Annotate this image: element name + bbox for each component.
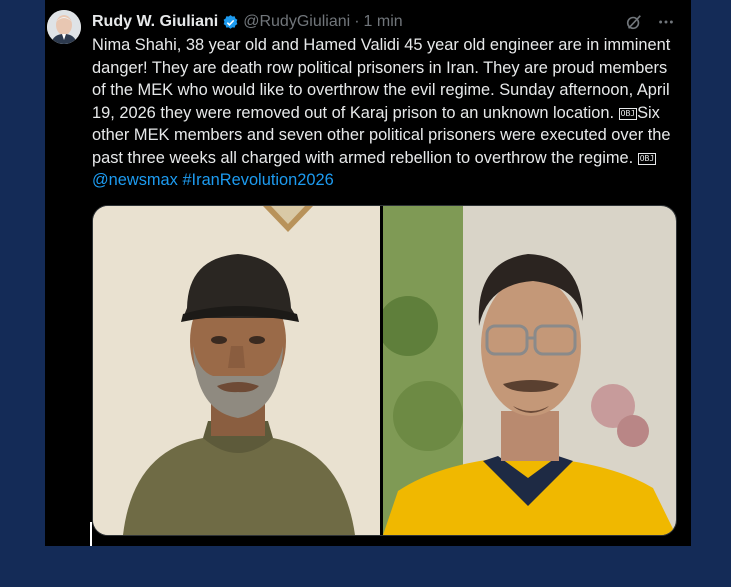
object-replacement-glyph: OBJ: [618, 107, 638, 120]
mention-link[interactable]: @newsmax: [92, 171, 178, 189]
hashtag-link[interactable]: #IranRevolution2026: [182, 171, 333, 189]
grok-icon[interactable]: [625, 13, 643, 31]
edge-marker: [90, 522, 92, 546]
author-avatar[interactable]: [47, 10, 81, 44]
more-icon[interactable]: [657, 13, 675, 31]
timestamp[interactable]: 1 min: [364, 13, 403, 31]
object-replacement-glyph: OBJ: [637, 152, 657, 165]
separator-dot: ·: [354, 13, 360, 30]
verified-badge-icon: [222, 14, 239, 31]
tweet-text-part1: Nima Shahi, 38 year old and Hamed Validi…: [92, 36, 671, 122]
media-grid: [92, 205, 677, 536]
tweet-header: Rudy W. Giuliani @RudyGiuliani · 1 min: [92, 10, 675, 34]
header-actions: [625, 13, 675, 31]
photo-hamed-validi[interactable]: [383, 206, 676, 535]
author-handle[interactable]: @RudyGiuliani: [243, 13, 350, 31]
author-name[interactable]: Rudy W. Giuliani: [92, 13, 218, 31]
tweet-card[interactable]: Rudy W. Giuliani @RudyGiuliani · 1 min N…: [45, 0, 691, 546]
tweet-text: Nima Shahi, 38 year old and Hamed Validi…: [92, 34, 682, 192]
photo-nima-shahi[interactable]: [93, 206, 380, 535]
